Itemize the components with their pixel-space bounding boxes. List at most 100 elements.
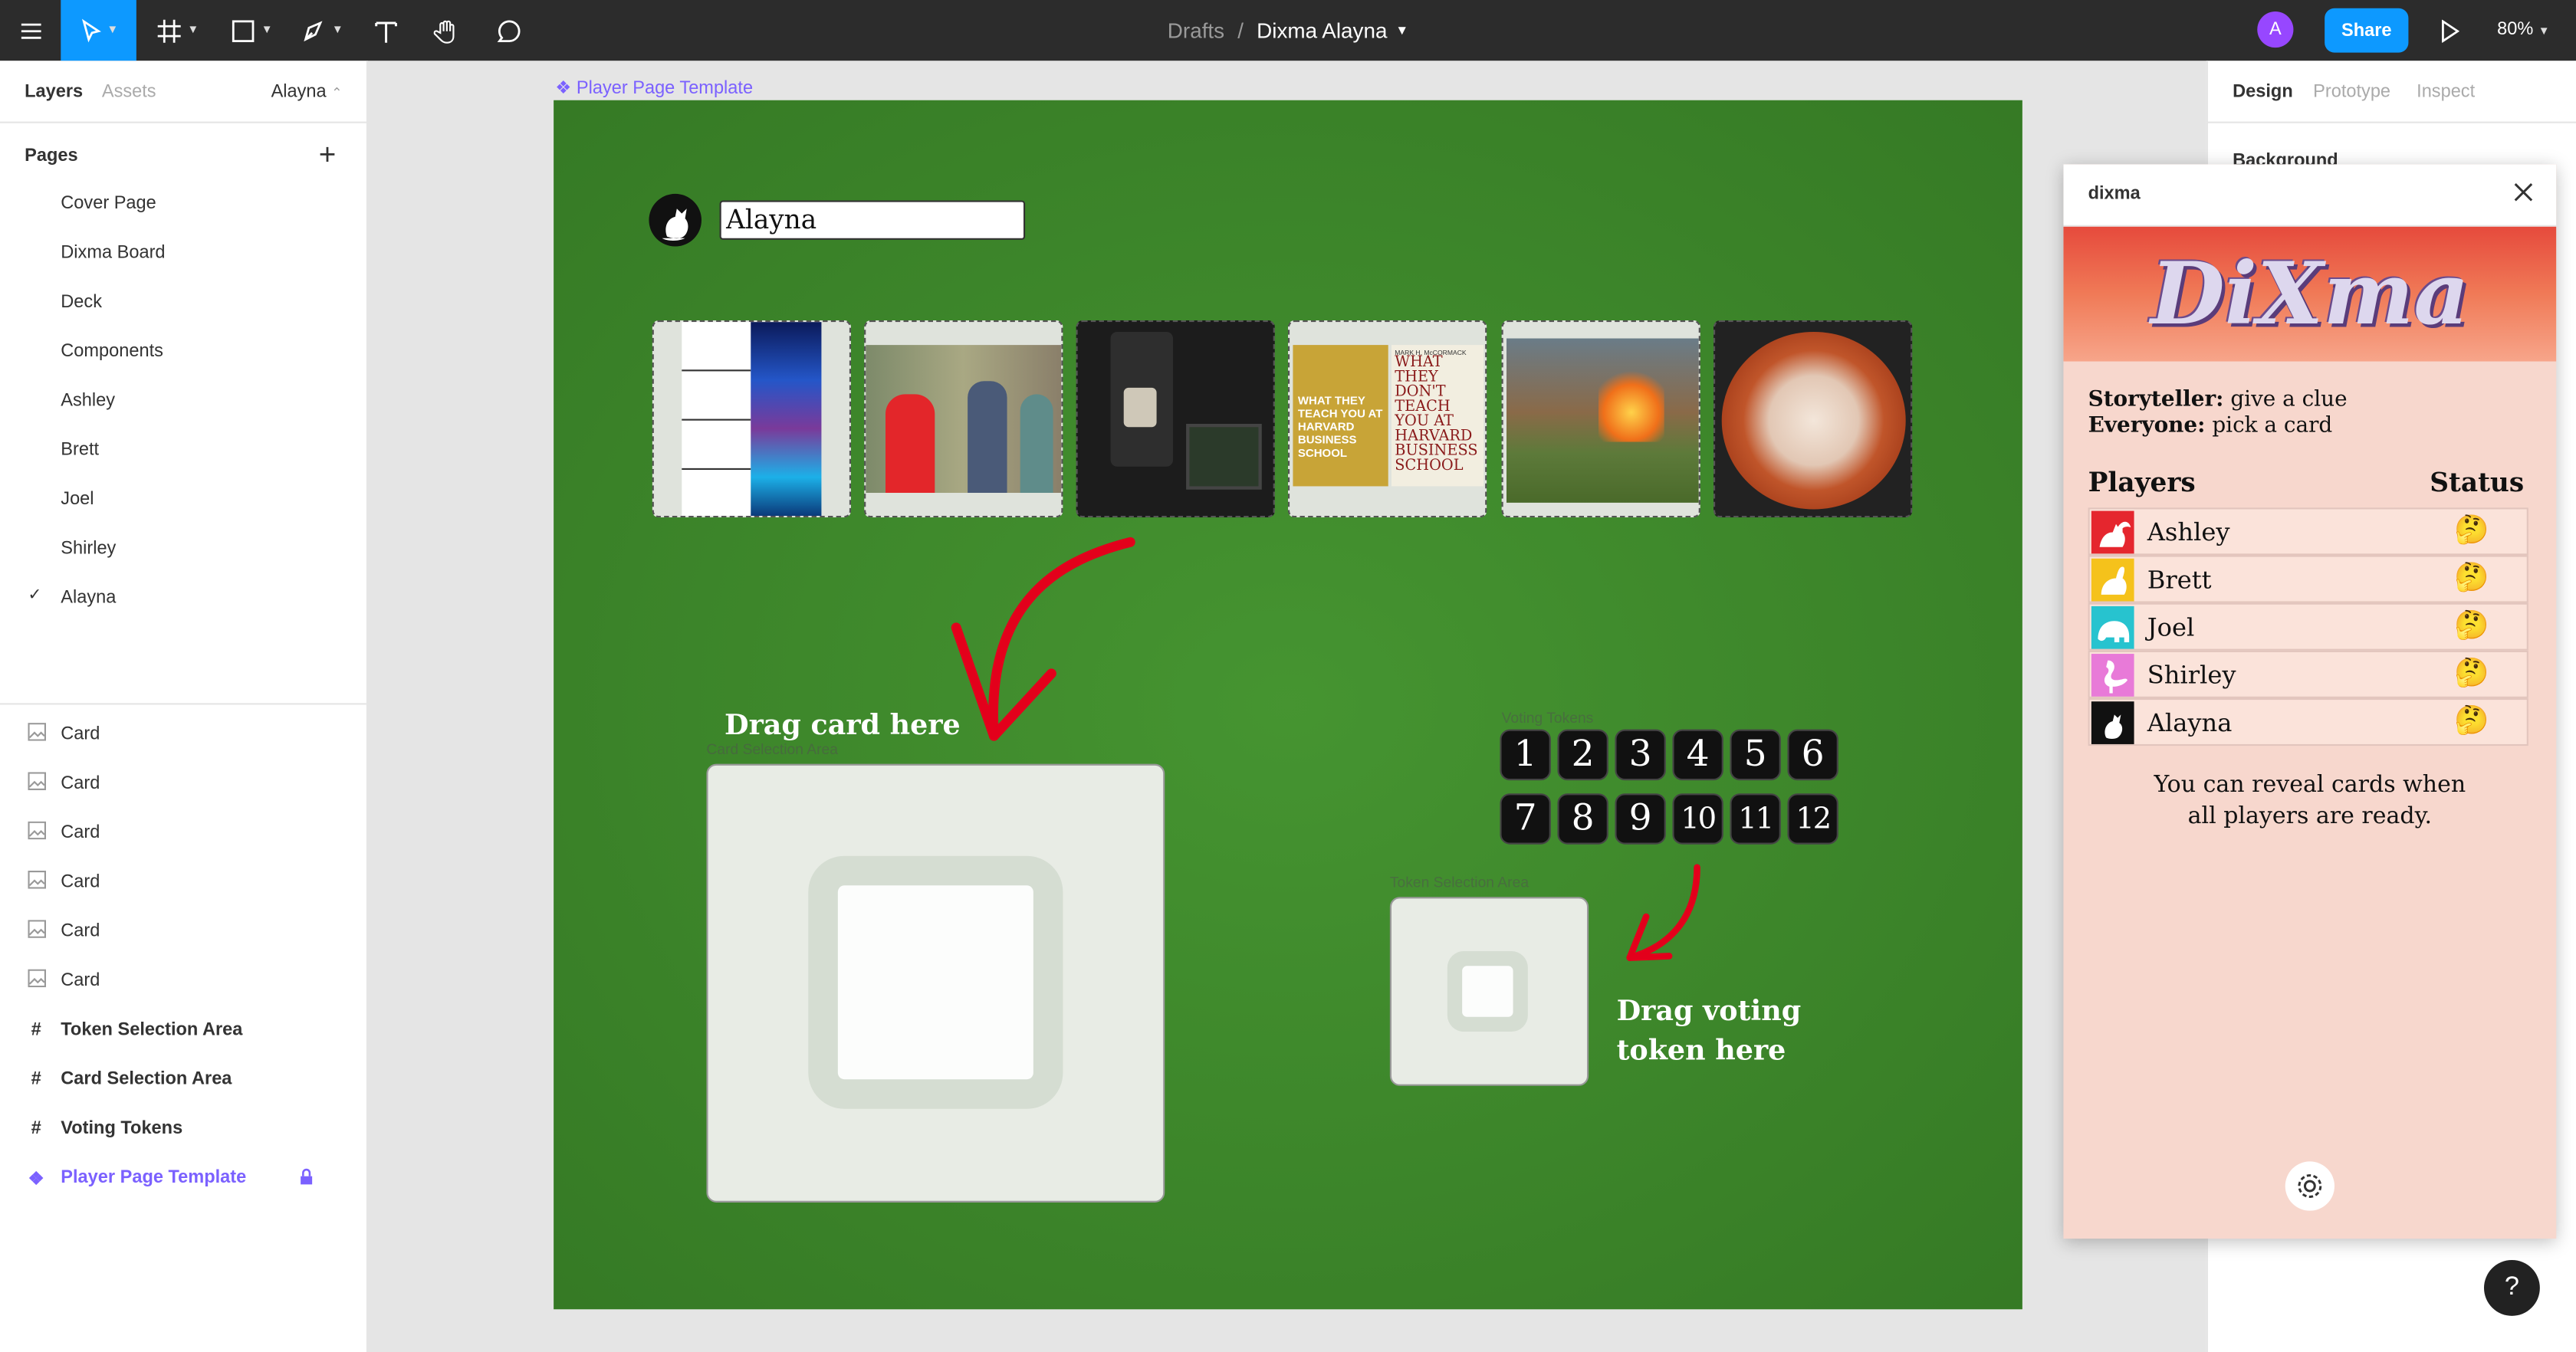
- present-play-icon[interactable]: [2428, 0, 2471, 61]
- layer-card[interactable]: Card: [0, 956, 366, 1005]
- plugin-title: dixma: [2088, 184, 2141, 204]
- player-avatar-cat: [649, 193, 702, 247]
- divider: [0, 703, 366, 705]
- card-drop-slot[interactable]: [837, 885, 1033, 1080]
- thinking-status-icon: 🤔: [2454, 609, 2489, 641]
- plugin-header: dixma: [2063, 164, 2557, 227]
- card-selection-area[interactable]: [706, 763, 1165, 1203]
- voting-token-9[interactable]: 9: [1615, 793, 1666, 845]
- player-row-brett: Brett 🤔: [2088, 555, 2528, 603]
- layer-card[interactable]: Card: [0, 907, 366, 956]
- hand-card-1[interactable]: [652, 320, 851, 518]
- voting-token-10[interactable]: 10: [1672, 793, 1723, 845]
- layer-card[interactable]: Card: [0, 858, 366, 907]
- player-row-joel: Joel 🤔: [2088, 602, 2528, 651]
- layer-card-selection-area[interactable]: # Card Selection Area: [0, 1055, 366, 1104]
- player-row-ashley: Ashley 🤔: [2088, 507, 2528, 556]
- hand-card-4[interactable]: WHAT THEY TEACH YOU AT HARVARD BUSINESS …: [1288, 320, 1487, 518]
- tab-layers[interactable]: Layers: [25, 82, 83, 102]
- frame-icon: #: [31, 1069, 41, 1090]
- hand-card-3[interactable]: [1076, 320, 1275, 518]
- voting-token-6[interactable]: 6: [1787, 729, 1838, 781]
- page-item-components[interactable]: Components: [61, 342, 163, 362]
- voting-token-4[interactable]: 4: [1672, 729, 1723, 781]
- pages-heading: Pages: [25, 146, 78, 166]
- hand-card-6[interactable]: [1714, 320, 1913, 518]
- drag-token-instruction: Drag voting token here: [1616, 995, 1802, 1068]
- thinking-status-icon: 🤔: [2454, 514, 2489, 546]
- image-icon: [26, 821, 46, 845]
- flamingo-icon: [2091, 654, 2134, 697]
- layer-card[interactable]: Card: [0, 809, 366, 858]
- tab-assets[interactable]: Assets: [102, 82, 156, 102]
- file-name[interactable]: Dixma Alayna: [1257, 18, 1387, 43]
- breadcrumb: Drafts / Dixma Alayna ▼: [0, 0, 2576, 61]
- voting-tokens-label: Voting Tokens: [1501, 709, 1594, 727]
- thinking-status-icon: 🤔: [2454, 562, 2489, 593]
- zoom-level[interactable]: 80% ▼: [2497, 20, 2550, 40]
- page-switcher[interactable]: Alayna ⌃: [271, 82, 343, 102]
- component-icon: ❖: [555, 78, 572, 99]
- layer-player-page-template[interactable]: ❖ Player Page Template: [0, 1153, 366, 1203]
- layer-token-selection-area[interactable]: # Token Selection Area: [0, 1006, 366, 1055]
- layer-card[interactable]: Card: [0, 759, 366, 808]
- everyone-instruction: Everyone: pick a card: [2088, 414, 2333, 439]
- lock-icon[interactable]: [299, 1168, 314, 1191]
- gear-icon: [2298, 1174, 2322, 1198]
- voting-token-12[interactable]: 12: [1787, 793, 1838, 845]
- layer-voting-tokens[interactable]: # Voting Tokens: [0, 1104, 366, 1153]
- frame-icon: #: [31, 1020, 41, 1040]
- page-item-dixma-board[interactable]: Dixma Board: [61, 243, 165, 263]
- left-panel: Layers Assets Alayna ⌃ Pages + Cover Pag…: [0, 61, 368, 1352]
- share-button[interactable]: Share: [2325, 8, 2409, 53]
- page-item-alayna[interactable]: Alayna: [61, 588, 116, 608]
- frame-icon: #: [31, 1118, 41, 1139]
- cat-icon: [2091, 701, 2134, 744]
- player-name-field[interactable]: Alayna: [719, 200, 1026, 240]
- chevron-down-icon[interactable]: ▼: [1395, 23, 1408, 38]
- frame-label[interactable]: ❖ Player Page Template: [555, 77, 753, 99]
- tab-design[interactable]: Design: [2233, 82, 2293, 102]
- add-page-icon[interactable]: +: [319, 138, 337, 172]
- image-icon: [26, 920, 46, 943]
- players-heading: Players: [2088, 466, 2196, 498]
- voting-token-5[interactable]: 5: [1730, 729, 1781, 781]
- storyteller-instruction: Storyteller: give a clue: [2088, 387, 2348, 412]
- voting-token-7[interactable]: 7: [1500, 793, 1551, 845]
- token-selection-area[interactable]: [1389, 897, 1589, 1086]
- close-icon[interactable]: [2510, 179, 2536, 214]
- pizza-image: [1721, 331, 1906, 510]
- token-drop-slot[interactable]: [1462, 966, 1513, 1017]
- settings-button[interactable]: [2285, 1161, 2334, 1211]
- hand-card-5[interactable]: [1501, 320, 1700, 518]
- card-area-label: Card Selection Area: [706, 740, 838, 758]
- page-item-brett[interactable]: Brett: [61, 440, 99, 460]
- page-item-ashley[interactable]: Ashley: [61, 391, 115, 411]
- voting-token-1[interactable]: 1: [1500, 729, 1551, 781]
- image-icon: [26, 969, 46, 993]
- avatar[interactable]: A: [2257, 11, 2294, 48]
- voting-token-11[interactable]: 11: [1730, 793, 1781, 845]
- breadcrumb-drafts[interactable]: Drafts: [1168, 18, 1224, 43]
- page-item-shirley[interactable]: Shirley: [61, 539, 116, 559]
- voting-token-8[interactable]: 8: [1557, 793, 1608, 845]
- player-row-alayna: Alayna 🤔: [2088, 697, 2528, 747]
- hand-card-2[interactable]: [864, 320, 1063, 518]
- reveal-message: You can reveal cards when all players ar…: [2154, 772, 2466, 830]
- page-item-deck[interactable]: Deck: [61, 293, 102, 313]
- status-heading: Status: [2430, 466, 2525, 498]
- token-area-label: Token Selection Area: [1389, 874, 1530, 891]
- component-icon: ❖: [28, 1169, 44, 1189]
- help-button[interactable]: ?: [2484, 1259, 2540, 1316]
- tab-inspect[interactable]: Inspect: [2417, 82, 2475, 102]
- voting-token-3[interactable]: 3: [1615, 729, 1666, 781]
- page-item-joel[interactable]: Joel: [61, 490, 94, 510]
- cat-icon: [662, 208, 688, 241]
- layer-card[interactable]: Card: [0, 710, 366, 759]
- thinking-status-icon: 🤔: [2454, 657, 2489, 689]
- voting-token-2[interactable]: 2: [1557, 729, 1608, 781]
- dixma-logo: DiXma: [2150, 244, 2469, 345]
- tab-prototype[interactable]: Prototype: [2313, 82, 2390, 102]
- dixma-plugin-window: dixma DiXma Storyteller: give a clue Eve…: [2063, 164, 2557, 1239]
- page-item-cover-page[interactable]: Cover Page: [61, 194, 156, 214]
